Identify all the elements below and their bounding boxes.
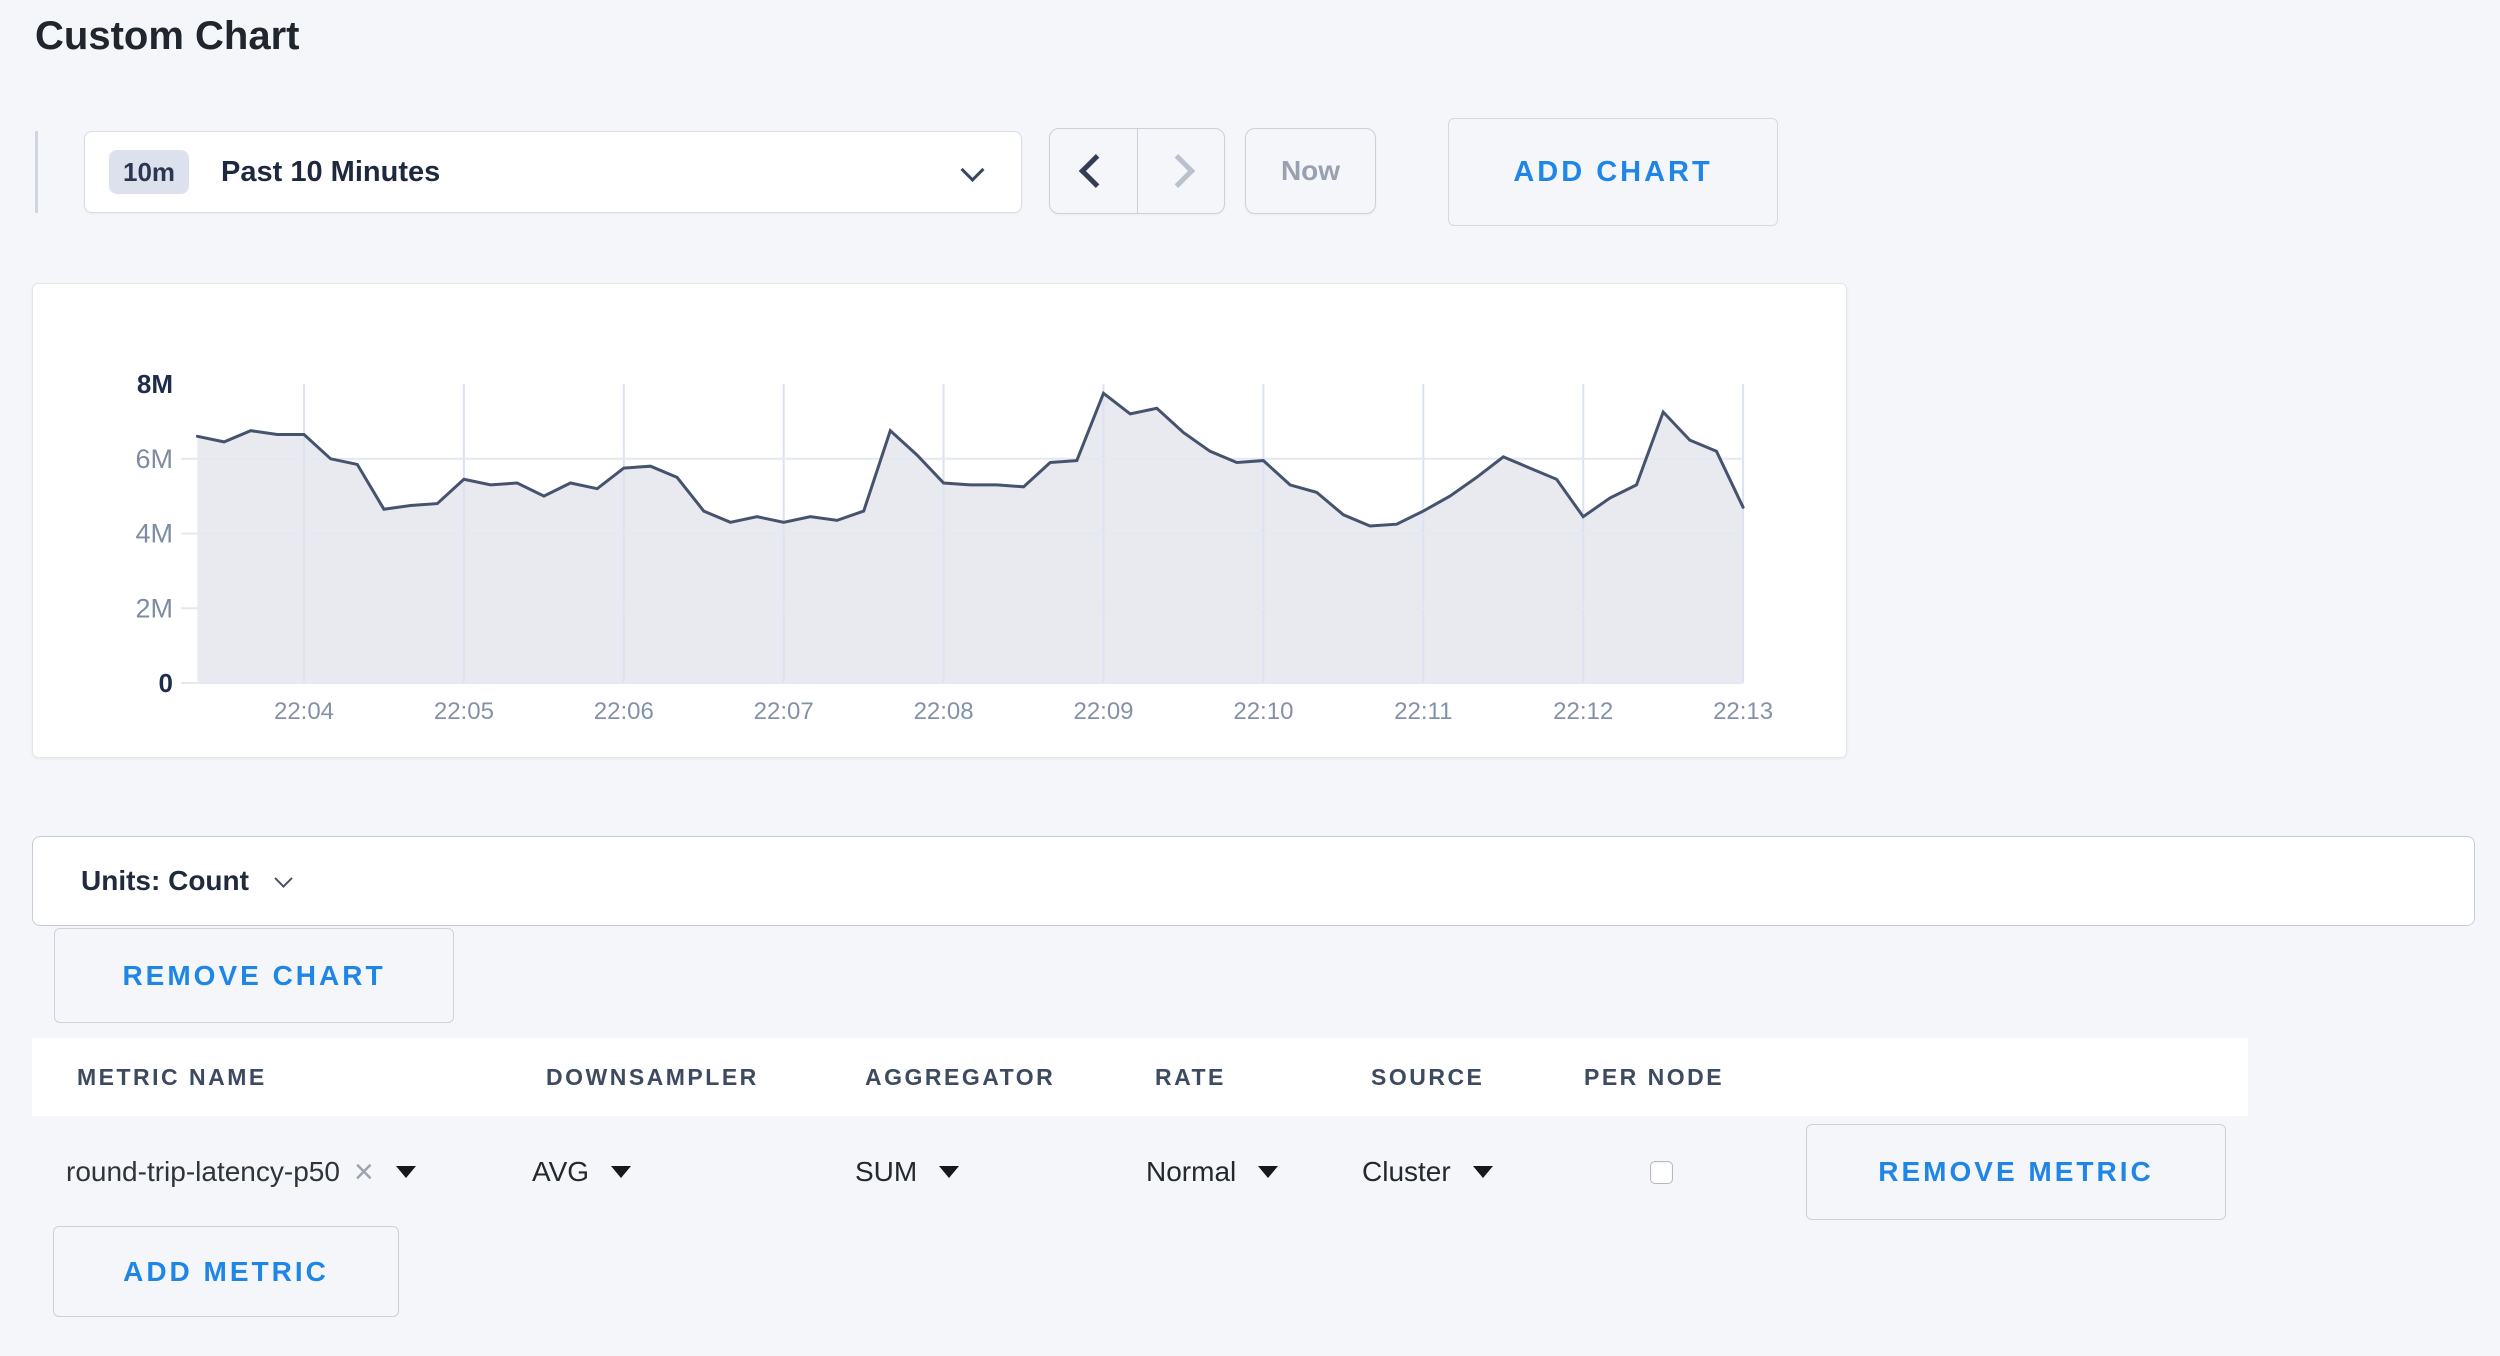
- caret-down-icon: [611, 1166, 631, 1178]
- svg-text:6M: 6M: [135, 444, 173, 474]
- units-label: Units: Count: [81, 865, 249, 897]
- svg-text:22:05: 22:05: [434, 698, 494, 725]
- source-value: Cluster: [1362, 1156, 1451, 1188]
- metric-name-value: round-trip-latency-p50: [66, 1156, 340, 1188]
- now-button[interactable]: Now: [1245, 128, 1376, 214]
- col-aggregator: AGGREGATOR: [865, 1038, 1055, 1116]
- time-next-button[interactable]: [1138, 129, 1225, 213]
- timeseries-chart: 8M 6M 4M 2M 0 22:04 22:05 22:06 22:07 22:08 22:09 2…: [33, 284, 1846, 757]
- remove-metric-button[interactable]: REMOVE METRIC: [1806, 1124, 2226, 1220]
- svg-text:22:09: 22:09: [1073, 698, 1133, 725]
- chevron-right-icon: [1161, 154, 1195, 188]
- aggregator-value: SUM: [855, 1156, 917, 1188]
- downsampler-value: AVG: [532, 1156, 589, 1188]
- col-downsampler: DOWNSAMPLER: [546, 1038, 759, 1116]
- time-range-dropdown[interactable]: 10m Past 10 Minutes: [84, 131, 1022, 213]
- rate-dropdown[interactable]: Normal: [1146, 1124, 1278, 1220]
- add-metric-button[interactable]: ADD METRIC: [53, 1226, 399, 1317]
- downsampler-dropdown[interactable]: AVG: [532, 1124, 631, 1220]
- page-title: Custom Chart: [35, 14, 299, 59]
- custom-chart-page: Custom Chart 10m Past 10 Minutes Now ADD…: [0, 0, 2500, 1356]
- col-metric-name: METRIC NAME: [77, 1038, 267, 1116]
- caret-down-icon: [1258, 1166, 1278, 1178]
- chart-card: 8M 6M 4M 2M 0 22:04 22:05 22:06 22:07 22:08 22:09 2…: [32, 283, 1847, 758]
- svg-text:22:04: 22:04: [274, 698, 334, 725]
- svg-text:22:07: 22:07: [754, 698, 814, 725]
- col-per-node: PER NODE: [1584, 1038, 1724, 1116]
- time-prev-button[interactable]: [1050, 129, 1138, 213]
- clear-metric-icon[interactable]: ×: [354, 1155, 374, 1189]
- svg-text:22:06: 22:06: [594, 698, 654, 725]
- svg-text:0: 0: [159, 668, 173, 698]
- svg-text:22:10: 22:10: [1233, 698, 1293, 725]
- col-source: SOURCE: [1371, 1038, 1484, 1116]
- table-row: round-trip-latency-p50 × AVG SUM Normal …: [0, 1124, 2500, 1220]
- aggregator-dropdown[interactable]: SUM: [855, 1124, 959, 1220]
- rate-value: Normal: [1146, 1156, 1236, 1188]
- svg-text:22:13: 22:13: [1713, 698, 1773, 725]
- svg-text:8M: 8M: [137, 369, 173, 399]
- svg-text:4M: 4M: [135, 519, 173, 549]
- svg-text:22:08: 22:08: [914, 698, 974, 725]
- caret-down-icon: [939, 1166, 959, 1178]
- time-range-label: Past 10 Minutes: [221, 156, 440, 189]
- time-range-badge: 10m: [109, 150, 189, 194]
- caret-down-icon: [396, 1166, 416, 1178]
- col-rate: RATE: [1155, 1038, 1226, 1116]
- remove-chart-button[interactable]: REMOVE CHART: [54, 928, 454, 1023]
- svg-text:22:12: 22:12: [1553, 698, 1613, 725]
- metrics-table-header: METRIC NAME DOWNSAMPLER AGGREGATOR RATE …: [32, 1038, 2248, 1116]
- caret-down-icon: [1473, 1166, 1493, 1178]
- controls-accent-bar: [35, 131, 38, 213]
- metric-name-dropdown[interactable]: round-trip-latency-p50 ×: [66, 1124, 416, 1220]
- svg-text:22:11: 22:11: [1394, 698, 1452, 725]
- units-dropdown[interactable]: Units: Count: [32, 836, 2475, 926]
- chevron-down-icon: [274, 869, 292, 887]
- svg-text:2M: 2M: [135, 593, 173, 623]
- time-nav-group: [1049, 128, 1225, 214]
- per-node-checkbox[interactable]: [1650, 1161, 1673, 1184]
- source-dropdown[interactable]: Cluster: [1362, 1124, 1493, 1220]
- chevron-down-icon: [960, 158, 984, 182]
- chevron-left-icon: [1079, 154, 1113, 188]
- add-chart-button[interactable]: ADD CHART: [1448, 118, 1778, 226]
